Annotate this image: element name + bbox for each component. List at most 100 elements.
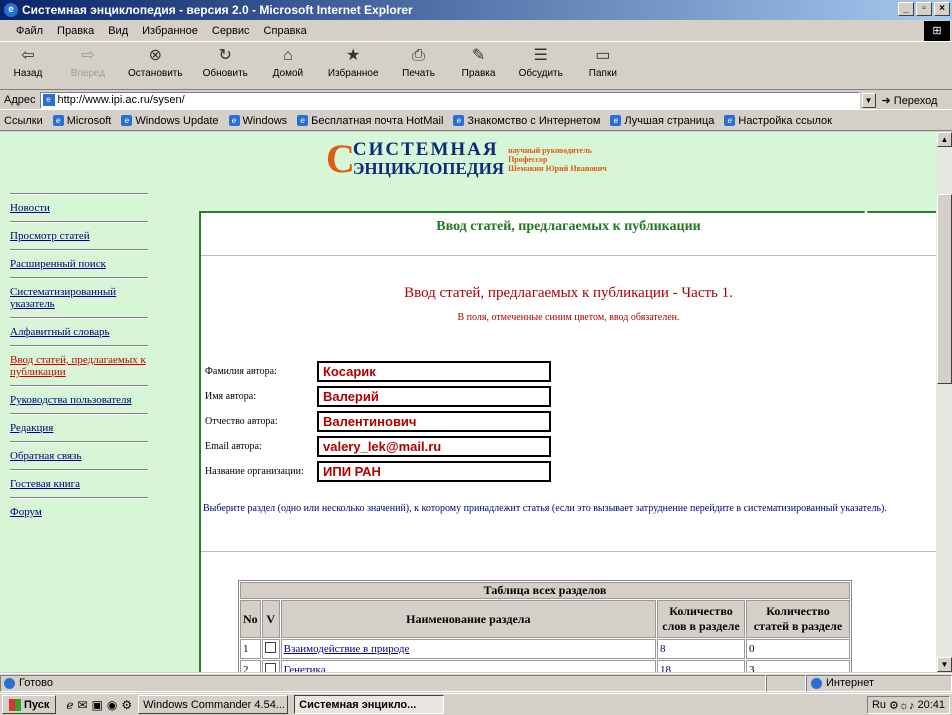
organization-input[interactable]: ИПИ РАН bbox=[317, 461, 551, 482]
menu-file[interactable]: Файл bbox=[16, 25, 43, 37]
address-bar: Адрес e http://www.ipi.ac.ru/sysen/ ▼ ➜ … bbox=[0, 91, 952, 110]
taskbar-item-encyclopedia[interactable]: Системная энцикло... bbox=[294, 695, 445, 714]
nav-divider bbox=[10, 385, 148, 387]
taskbar-item-commander[interactable]: Windows Commander 4.54... bbox=[138, 695, 289, 714]
firstname-input[interactable]: Валерий bbox=[317, 386, 551, 407]
quick-launch-media-icon[interactable]: ◉ bbox=[107, 698, 117, 712]
section-checkbox[interactable] bbox=[264, 642, 276, 653]
menu-view[interactable]: Вид bbox=[108, 25, 128, 37]
start-button[interactable]: Пуск bbox=[2, 695, 57, 714]
ie-page-icon: e bbox=[724, 115, 736, 126]
link-microsoft[interactable]: e Microsoft bbox=[52, 115, 111, 127]
minimize-button[interactable]: _ bbox=[898, 2, 914, 16]
menu-edit[interactable]: Правка bbox=[57, 25, 94, 37]
nav-divider bbox=[10, 345, 148, 347]
lastname-label: Фамилия автора: bbox=[205, 366, 277, 377]
scroll-down-button[interactable]: ▼ bbox=[937, 657, 952, 672]
table-row: 1 Взаимодействие в природе 8 0 bbox=[240, 639, 850, 659]
quick-launch-app-icon[interactable]: ⚙ bbox=[121, 698, 132, 712]
logo-line2: ЭНЦИКЛОПЕДИЯ bbox=[352, 159, 505, 178]
tray-icons: ⚙☼♪ bbox=[889, 699, 915, 712]
address-dropdown-button[interactable]: ▼ bbox=[861, 92, 876, 108]
home-button[interactable]: ⌂ Домой bbox=[268, 42, 308, 79]
discuss-button[interactable]: ☰ Обсудить bbox=[519, 42, 563, 79]
quick-launch-ie-icon[interactable]: ℯ bbox=[66, 698, 73, 712]
menu-tools[interactable]: Сервис bbox=[212, 25, 250, 37]
content-header: Ввод статей, предлагаемых к публикации bbox=[436, 219, 701, 234]
back-button[interactable]: ⇦ Назад bbox=[8, 42, 48, 79]
windows-flag-icon bbox=[9, 698, 21, 711]
nav-editorial[interactable]: Редакция bbox=[10, 418, 148, 438]
scroll-thumb[interactable] bbox=[937, 194, 952, 384]
refresh-icon: ↻ bbox=[218, 47, 232, 64]
section-link[interactable]: Генетика bbox=[280, 660, 656, 672]
form-row-organization: Название организации: ИПИ РАН bbox=[205, 461, 565, 482]
content-divider bbox=[201, 551, 936, 553]
address-input[interactable]: e http://www.ipi.ac.ru/sysen/ bbox=[39, 91, 860, 109]
link-customize[interactable]: e Настройка ссылок bbox=[724, 115, 832, 127]
link-hotmail[interactable]: e Бесплатная почта HotMail bbox=[297, 115, 443, 127]
quick-launch-outlook-icon[interactable]: ✉ bbox=[77, 698, 87, 712]
nav-news[interactable]: Новости bbox=[10, 198, 148, 218]
link-internet-intro[interactable]: e Знакомство с Интернетом bbox=[453, 115, 600, 127]
folders-button[interactable]: ▭ Папки bbox=[583, 42, 623, 79]
links-label: Ссылки bbox=[4, 114, 43, 127]
nav-advanced-search[interactable]: Расширенный поиск bbox=[10, 254, 148, 274]
site-logo[interactable]: C СИСТЕМНАЯ ЭНЦИКЛОПЕДИЯ научный руковод… bbox=[326, 136, 607, 181]
lastname-input[interactable]: Косарик bbox=[317, 361, 551, 382]
organization-label: Название организации: bbox=[205, 466, 304, 477]
nav-divider bbox=[10, 249, 148, 251]
go-button[interactable]: ➜ Переход bbox=[882, 94, 938, 107]
menu-favorites[interactable]: Избранное bbox=[142, 25, 198, 37]
home-icon: ⌂ bbox=[283, 47, 293, 64]
form-row-lastname: Фамилия автора: Косарик bbox=[205, 361, 565, 382]
nav-guestbook[interactable]: Гостевая книга bbox=[10, 474, 148, 494]
back-arrow-icon: ⇦ bbox=[21, 47, 35, 64]
windows-logo-icon: ⊞ bbox=[924, 21, 950, 41]
browser-toolbar: ⇦ Назад ⇨ Вперед ⊗ Остановить ↻ Обновить ⌂ До… bbox=[0, 42, 952, 90]
logo-line1: СИСТЕМНАЯ bbox=[352, 139, 499, 160]
nav-divider bbox=[10, 221, 148, 223]
scroll-up-button[interactable]: ▲ bbox=[937, 132, 952, 147]
nav-submit-articles[interactable]: Ввод статей, предлагаемых к публикации bbox=[10, 350, 148, 382]
favorites-icon: ★ bbox=[346, 47, 361, 64]
stop-button[interactable]: ⊗ Остановить bbox=[128, 42, 183, 79]
ie-page-icon: e bbox=[228, 115, 240, 126]
nav-user-guides[interactable]: Руководства пользователя bbox=[10, 390, 148, 410]
nav-feedback[interactable]: Обратная связь bbox=[10, 446, 148, 466]
folders-icon: ▭ bbox=[595, 47, 611, 64]
globe-icon bbox=[811, 677, 822, 689]
print-button[interactable]: ⎙ Печать bbox=[399, 42, 439, 79]
part-title: Ввод статей, предлагаемых к публикации -… bbox=[404, 285, 733, 301]
email-input[interactable]: valery_lek@mail.ru bbox=[317, 436, 551, 457]
link-windows[interactable]: e Windows bbox=[228, 115, 287, 127]
form-row-patronymic: Отчество автора: Валентинович bbox=[205, 411, 565, 432]
link-windows-update[interactable]: e Windows Update bbox=[121, 115, 219, 127]
language-indicator[interactable]: Ru bbox=[872, 699, 886, 711]
link-best-page[interactable]: e Лучшая страница bbox=[610, 115, 714, 127]
nav-browse-articles[interactable]: Просмотр статей bbox=[10, 226, 148, 246]
favorites-button[interactable]: ★ Избранное bbox=[328, 42, 379, 79]
col-no: No bbox=[240, 600, 261, 638]
close-button[interactable]: × bbox=[934, 2, 950, 16]
nav-forum[interactable]: Форум bbox=[10, 502, 148, 522]
window-titlebar[interactable]: e Системная энциклопедия - версия 2.0 - … bbox=[0, 0, 952, 20]
section-checkbox[interactable] bbox=[264, 663, 276, 672]
refresh-button[interactable]: ↻ Обновить bbox=[203, 42, 248, 79]
edit-button[interactable]: ✎ Правка bbox=[459, 42, 499, 79]
nav-systematic-index[interactable]: Систематизированный указатель bbox=[10, 282, 148, 314]
section-link[interactable]: Взаимодействие в природе bbox=[280, 639, 656, 659]
required-note: В поля, отмеченные синим цветом, ввод об… bbox=[457, 312, 680, 323]
maximize-button[interactable]: ▫ bbox=[916, 2, 932, 16]
left-navigation: Новости Просмотр статей Расширенный поис… bbox=[10, 190, 148, 522]
quick-launch-desktop-icon[interactable]: ▣ bbox=[92, 698, 103, 712]
security-zone: Интернет bbox=[806, 674, 952, 692]
vertical-scrollbar[interactable]: ▲ ▼ bbox=[937, 132, 952, 672]
patronymic-input[interactable]: Валентинович bbox=[317, 411, 551, 432]
nav-alphabetic-dictionary[interactable]: Алфавитный словарь bbox=[10, 322, 148, 342]
logo-c-mark: C bbox=[326, 136, 355, 181]
forward-button[interactable]: ⇨ Вперед bbox=[68, 42, 108, 79]
menu-help[interactable]: Справка bbox=[264, 25, 307, 37]
ie-page-icon: e bbox=[297, 115, 309, 126]
ie-page-icon: e bbox=[610, 115, 622, 126]
